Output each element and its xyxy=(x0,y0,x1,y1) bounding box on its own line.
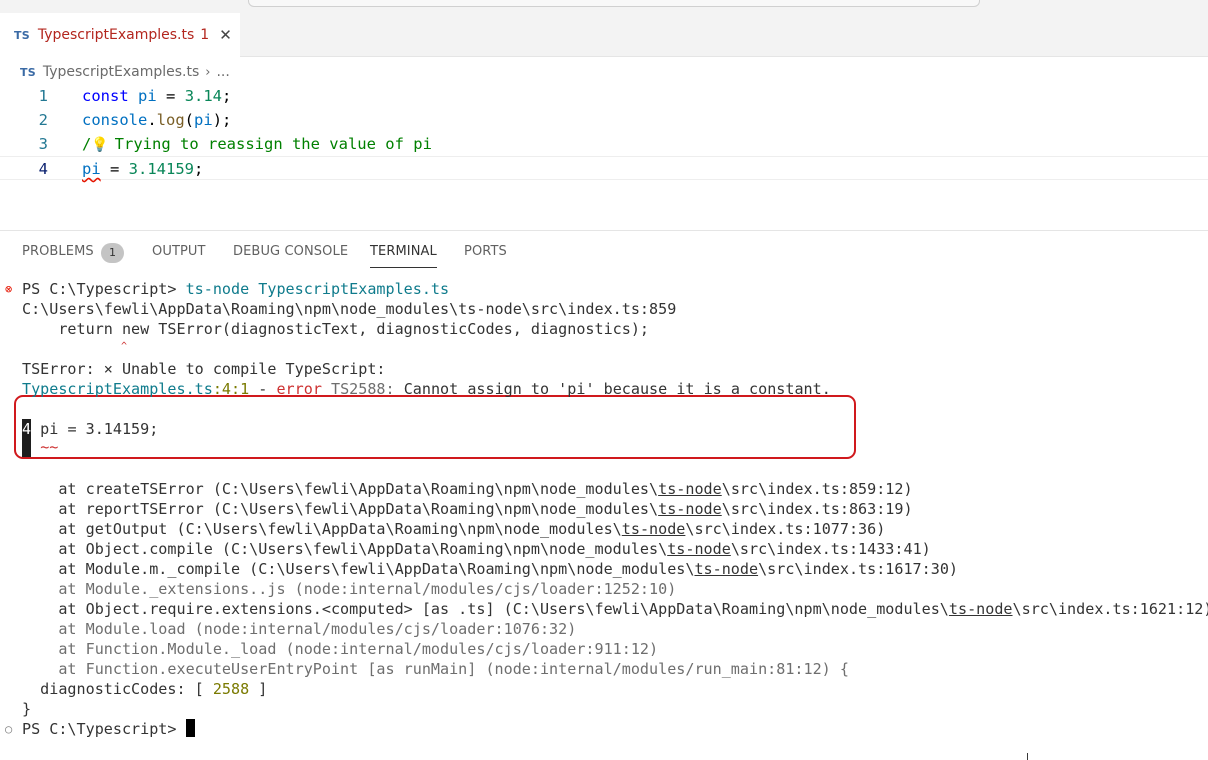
lightbulb-icon[interactable]: 💡 xyxy=(91,133,108,157)
tab-problems[interactable]: PROBLEMS xyxy=(22,244,94,259)
error-code: TS2588: xyxy=(321,380,404,398)
comment-token: Trying to reassign the value of pi xyxy=(105,135,432,153)
error-location: :4:1 xyxy=(212,380,250,398)
code-line: 2 console.log(pi); xyxy=(0,108,1208,132)
error-line: TypescriptExamples.ts:4:1 - error TS2588… xyxy=(22,379,831,399)
typescript-file-icon: TS xyxy=(20,65,36,79)
terminal-line: C:\Users\fewli\AppData\Roaming\npm\node_… xyxy=(22,300,677,318)
terminal-prompt-line[interactable]: PS C:\Typescript> xyxy=(22,719,195,739)
error-message: Cannot assign to 'pi' because it is a co… xyxy=(403,380,831,398)
punctuation-token: ( xyxy=(184,111,195,129)
punctuation-token: ; xyxy=(222,87,232,105)
line-number: 1 xyxy=(38,87,48,105)
command-idle-icon[interactable]: ○ xyxy=(5,719,12,739)
comment-prefix: / xyxy=(82,135,92,153)
line-number: 4 xyxy=(38,160,48,178)
operator-token: = xyxy=(156,87,185,105)
code-line: 3 /💡 Trying to reassign the value of pi xyxy=(0,132,1208,156)
terminal-command: ts-node TypescriptExamples.ts xyxy=(185,280,450,298)
error-dash: - xyxy=(249,380,277,398)
line-number: 2 xyxy=(38,111,48,129)
module-link[interactable]: ts-node xyxy=(694,560,758,578)
tab-problem-count: 1 xyxy=(200,27,210,43)
stack-frame-internal: at Module._extensions..js (node:internal… xyxy=(22,580,677,598)
command-error-icon[interactable]: ⊗ xyxy=(5,279,12,299)
module-link[interactable]: ts-node xyxy=(667,540,731,558)
line-number: 3 xyxy=(38,135,48,153)
number-token: 3.14159 xyxy=(128,160,194,178)
tab-filename: TypescriptExamples.ts xyxy=(37,27,195,43)
error-title: TSError: × Unable to compile TypeScript: xyxy=(22,360,386,378)
punctuation-token: . xyxy=(147,111,157,129)
terminal-prompt: PS C:\Typescript> xyxy=(22,720,186,738)
terminal-prompt: PS C:\Typescript> xyxy=(22,280,186,298)
module-link[interactable]: ts-node xyxy=(658,480,722,498)
problems-count-badge: 1 xyxy=(101,243,124,263)
stack-frame-internal: at Module.load (node:internal/modules/cj… xyxy=(22,620,577,638)
snippet-squiggle: ~~ xyxy=(40,438,59,456)
stack-frame: at Module.m._compile (C:\Users\fewli\App… xyxy=(22,560,958,578)
keyword-token: const xyxy=(82,87,129,105)
number-token: 3.14 xyxy=(184,87,223,105)
identifier-token: pi xyxy=(194,111,213,129)
code-line-current: 4 pi = 3.14159; xyxy=(0,156,1208,180)
stack-frame: at getOutput (C:\Users\fewli\AppData\Roa… xyxy=(22,520,886,538)
identifier-token: console xyxy=(82,111,148,129)
terminal-caret: ^ xyxy=(121,341,128,352)
snippet-line-number: 4 xyxy=(22,419,32,439)
typescript-file-icon: TS xyxy=(14,28,30,42)
stack-frame-internal: at Function.executeUserEntryPoint [as ru… xyxy=(22,660,849,678)
panel-tab-bar: PROBLEMS 1 OUTPUT DEBUG CONSOLE TERMINAL… xyxy=(0,231,1208,271)
editor-tab-bar: TS TypescriptExamples.ts 1 ✕ xyxy=(0,13,1208,57)
function-token: log xyxy=(156,111,185,129)
bottom-panel: PROBLEMS 1 OUTPUT DEBUG CONSOLE TERMINAL… xyxy=(0,230,1208,760)
error-word: error xyxy=(276,380,322,398)
error-identifier-token[interactable]: pi xyxy=(82,160,101,178)
snippet-squiggle-line: 4 ~~ xyxy=(22,437,59,457)
terminal-line: PS C:\Typescript> ts-node TypescriptExam… xyxy=(22,279,449,299)
stack-frame: at Object.require.extensions.<computed> … xyxy=(22,600,1208,618)
breadcrumb: TS TypescriptExamples.ts › ... xyxy=(20,62,230,82)
error-file[interactable]: TypescriptExamples.ts xyxy=(22,380,213,398)
breadcrumb-file[interactable]: TypescriptExamples.ts xyxy=(43,64,199,80)
stack-frame: at Object.compile (C:\Users\fewli\AppDat… xyxy=(22,540,931,558)
ibeam-cursor-icon: I xyxy=(1026,752,1029,760)
chevron-right-icon: › xyxy=(205,64,211,80)
command-center-search[interactable] xyxy=(248,0,980,7)
terminal-line: return new TSError(diagnosticText, diagn… xyxy=(22,320,650,338)
breadcrumb-more[interactable]: ... xyxy=(216,64,229,80)
title-bar xyxy=(0,0,1208,13)
stack-frame-internal: at Function.Module._load (node:internal/… xyxy=(22,640,659,658)
module-link[interactable]: ts-node xyxy=(622,520,686,538)
identifier-token: pi xyxy=(138,87,157,105)
diagnostic-code-value: 2588 xyxy=(212,680,250,698)
snippet-line: 4 pi = 3.14159; xyxy=(22,419,158,439)
punctuation-token: ); xyxy=(212,111,232,129)
punctuation-token: ; xyxy=(194,160,204,178)
module-link[interactable]: ts-node xyxy=(949,600,1013,618)
stack-frame: at reportTSError (C:\Users\fewli\AppData… xyxy=(22,500,913,518)
closing-brace: } xyxy=(22,700,32,718)
module-link[interactable]: ts-node xyxy=(658,500,722,518)
close-icon[interactable]: ✕ xyxy=(219,26,232,44)
tab-terminal[interactable]: TERMINAL xyxy=(370,244,437,268)
snippet-code: pi = 3.14159; xyxy=(31,420,159,438)
diagnostic-codes-line: diagnosticCodes: [ 2588 ] xyxy=(22,680,268,698)
code-line: 1 const pi = 3.14; xyxy=(0,84,1208,108)
operator-token: = xyxy=(100,160,129,178)
tab-output[interactable]: OUTPUT xyxy=(152,244,206,259)
code-editor[interactable]: 1 const pi = 3.14; 2 console.log(pi); 3 … xyxy=(0,84,1208,229)
tab-ports[interactable]: PORTS xyxy=(464,244,507,259)
tab-typescriptexamples[interactable]: TS TypescriptExamples.ts 1 ✕ xyxy=(0,13,240,57)
tab-debug-console[interactable]: DEBUG CONSOLE xyxy=(233,244,348,259)
terminal-cursor xyxy=(185,719,195,737)
stack-frame: at createTSError (C:\Users\fewli\AppData… xyxy=(22,480,913,498)
